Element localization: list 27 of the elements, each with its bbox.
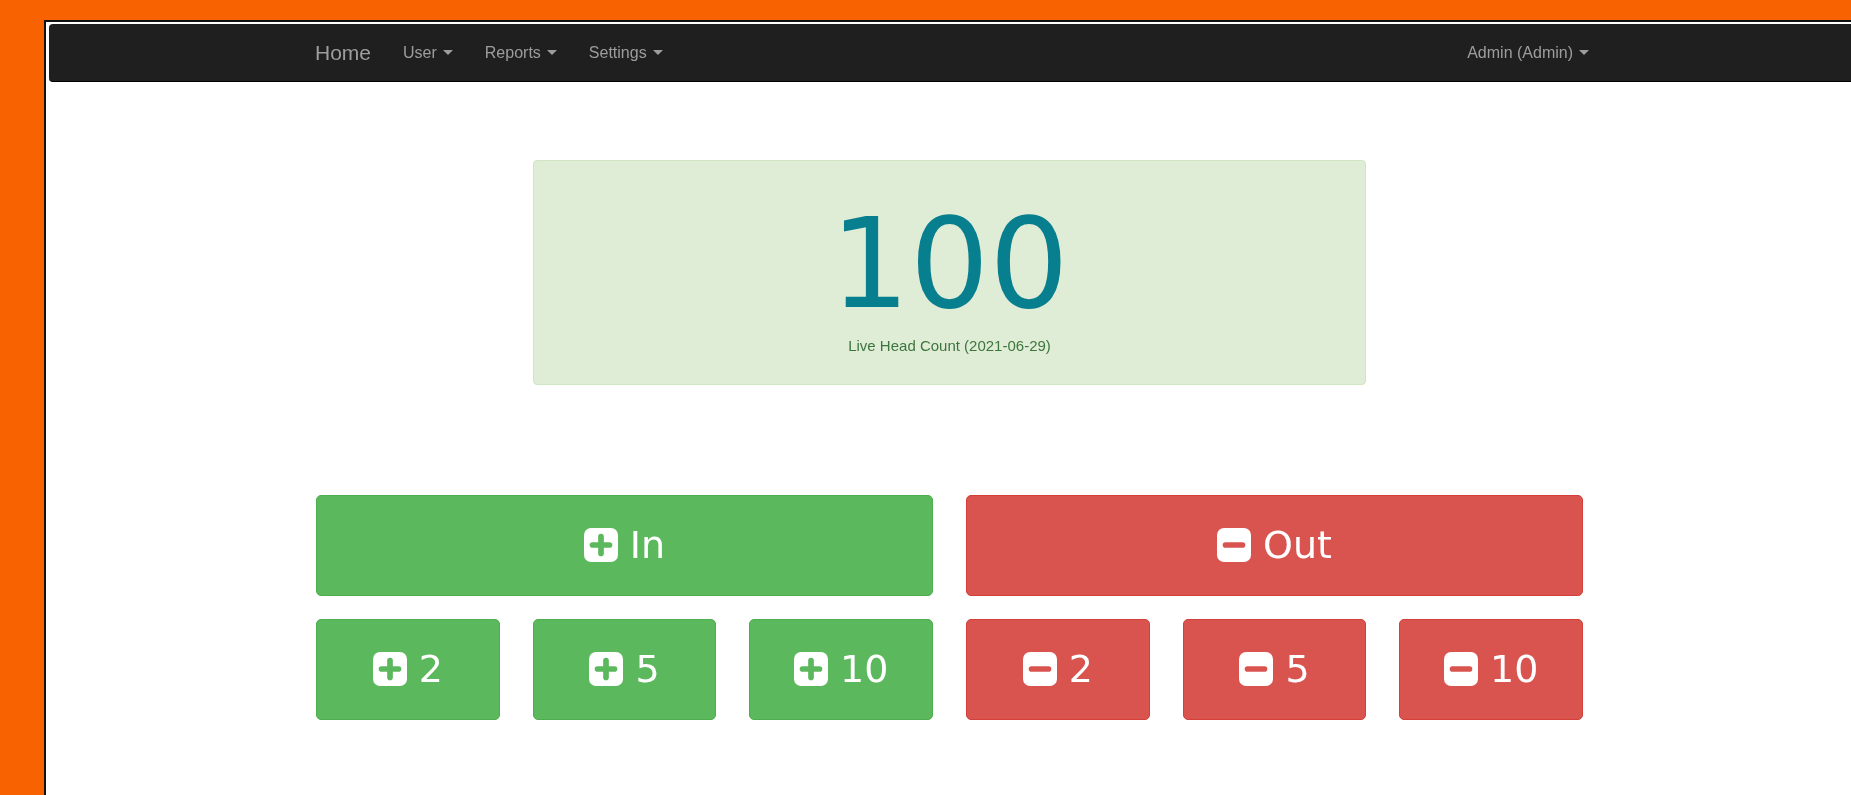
head-count-value: 100 bbox=[829, 195, 1070, 333]
caret-icon bbox=[442, 50, 453, 55]
remove-button[interactable]: 2 bbox=[966, 618, 1150, 720]
remove-button[interactable]: 5 bbox=[1182, 618, 1367, 720]
account-menu[interactable]: Admin (Admin) bbox=[1451, 40, 1605, 65]
add-button[interactable]: In bbox=[316, 494, 933, 596]
head-count-caption: Live Head Count (2021-06-29) bbox=[848, 335, 1051, 356]
caret-icon bbox=[546, 50, 557, 55]
add-button[interactable]: 5 bbox=[532, 618, 717, 720]
plus-square-icon bbox=[589, 652, 624, 686]
nav-menu[interactable]: User bbox=[387, 40, 469, 65]
caret-icon bbox=[1579, 50, 1589, 55]
caret-icon bbox=[652, 50, 663, 55]
nav-menu[interactable]: Reports bbox=[468, 40, 573, 65]
minus-square-icon bbox=[1239, 652, 1274, 686]
remove-button[interactable]: Out bbox=[966, 494, 1583, 596]
add-button[interactable]: 10 bbox=[749, 618, 933, 720]
plus-square-icon bbox=[372, 652, 407, 686]
remove-button[interactable]: 10 bbox=[1399, 618, 1583, 720]
nav-menu[interactable]: Settings bbox=[572, 40, 679, 65]
plus-square-icon bbox=[583, 528, 618, 562]
minus-square-icon bbox=[1022, 652, 1057, 686]
home-link[interactable]: Home bbox=[315, 36, 388, 69]
plus-square-icon bbox=[794, 652, 828, 686]
minus-square-icon bbox=[1444, 652, 1478, 686]
minus-square-icon bbox=[1217, 528, 1252, 562]
add-button[interactable]: 2 bbox=[316, 618, 500, 720]
